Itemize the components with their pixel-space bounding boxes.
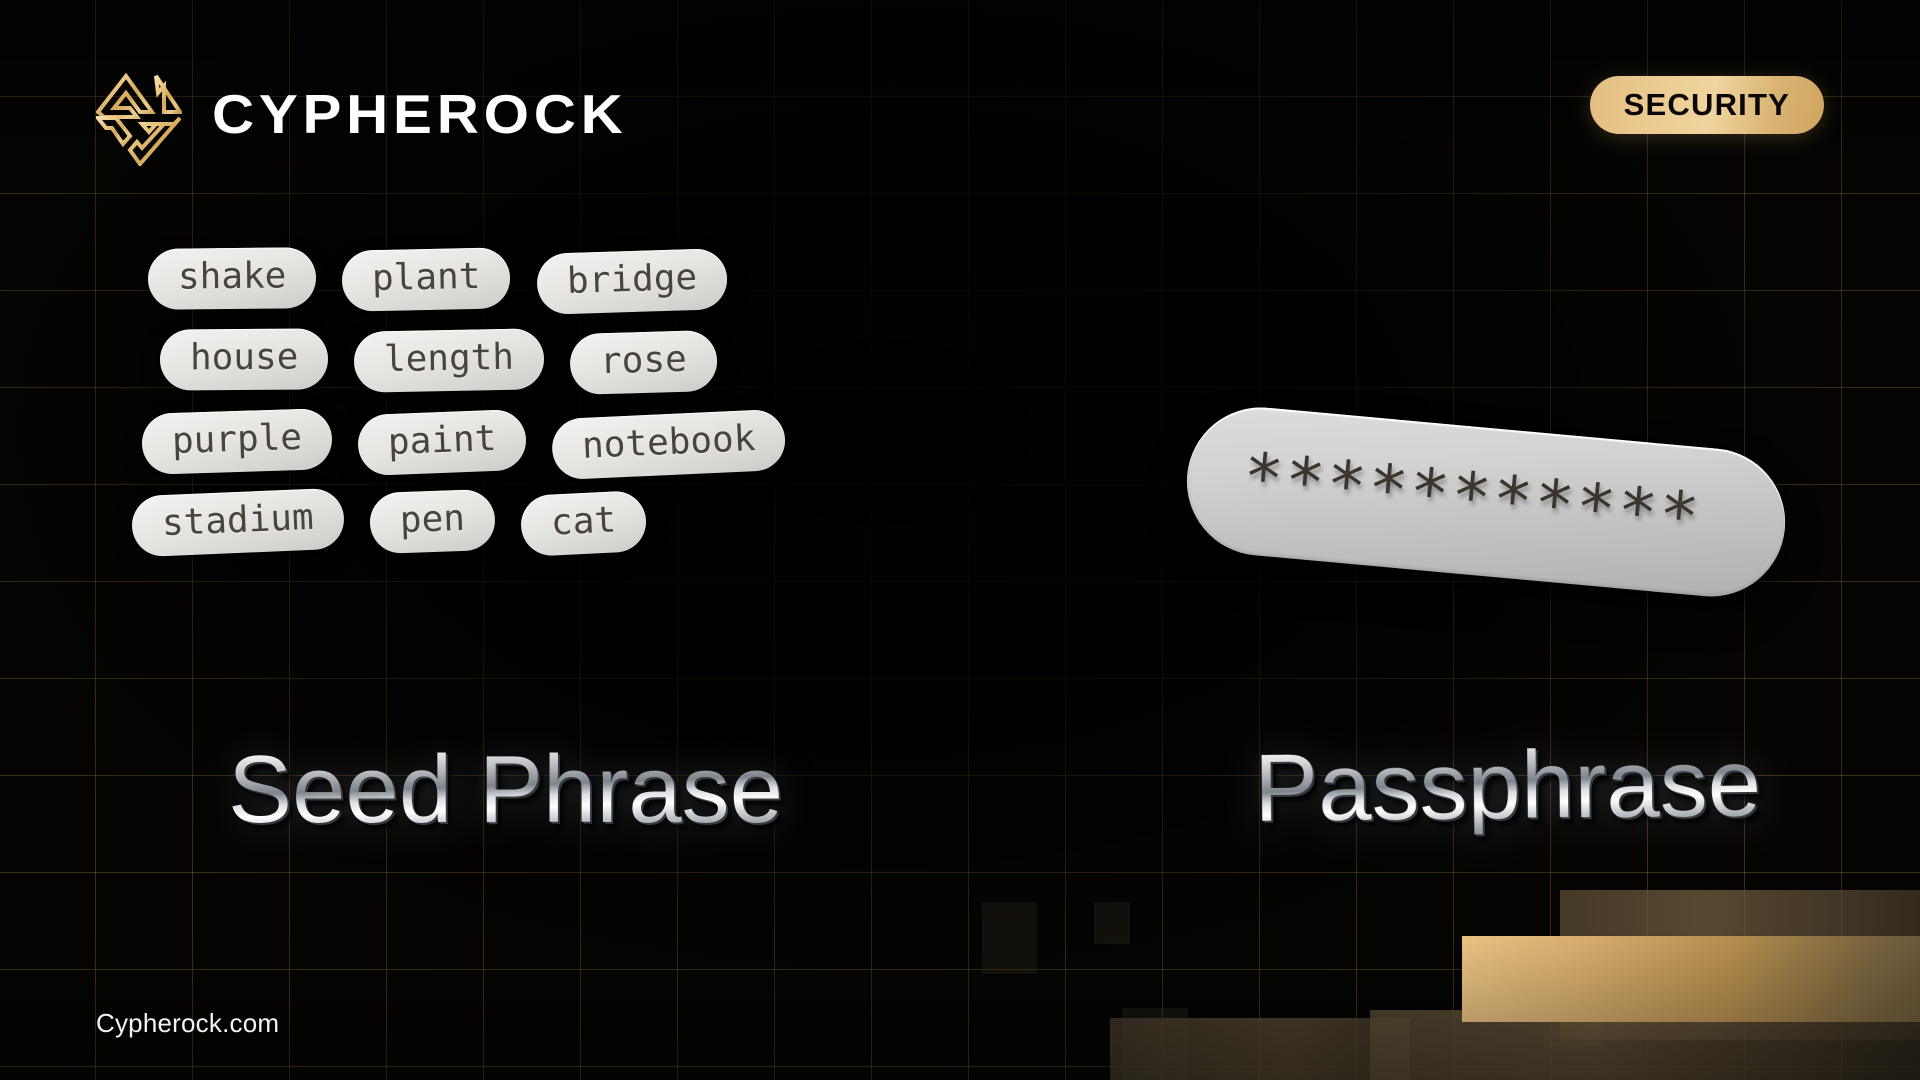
decor-gold-band: [1560, 890, 1920, 1040]
decor-gold-band: [1462, 936, 1920, 1022]
security-badge: SECURITY: [1589, 76, 1824, 135]
decor-gold-band: [1370, 1010, 1920, 1080]
seed-word-chip[interactable]: paint: [356, 408, 528, 477]
decor-gold-band: [1110, 1018, 1410, 1080]
seed-word-chip[interactable]: shake: [147, 247, 317, 311]
passphrase-heading: Passphrase: [1253, 729, 1762, 842]
seed-word-chip[interactable]: length: [353, 328, 546, 394]
seed-phrase-heading: Seed Phrase: [228, 736, 784, 843]
seed-word-chip[interactable]: notebook: [551, 408, 788, 481]
seed-word-chip[interactable]: purple: [141, 407, 333, 475]
cypherock-diamond-logo-icon: [96, 72, 182, 166]
seed-word-chip[interactable]: stadium: [130, 487, 345, 558]
seed-word-chip[interactable]: rose: [569, 330, 719, 396]
decor-block: [982, 902, 1037, 974]
chip-row: purple paint notebook: [141, 407, 968, 481]
poster-canvas: CYPHEROCK SECURITY shake plant bridge ho…: [0, 0, 1920, 1080]
footer-website-url: Cypherock.com: [96, 1008, 280, 1038]
seed-word-chip[interactable]: bridge: [535, 248, 728, 316]
decor-block: [1544, 1000, 1604, 1046]
brand-header: CYPHEROCK: [96, 62, 623, 166]
chip-row: shake plant bridge: [147, 247, 968, 316]
seed-word-chip[interactable]: pen: [368, 488, 496, 555]
brand-wordmark: CYPHEROCK: [212, 82, 628, 145]
decor-block: [1122, 1008, 1188, 1080]
decor-block: [1094, 902, 1130, 944]
passphrase-masked-value: ***********: [1239, 438, 1705, 557]
passphrase-input-field[interactable]: ***********: [1180, 401, 1792, 603]
seed-phrase-chip-grid: shake plant bridge house length rose pur…: [130, 247, 968, 573]
chip-row: house length rose: [159, 328, 968, 396]
seed-word-chip[interactable]: cat: [519, 489, 648, 558]
seed-word-chip[interactable]: house: [159, 328, 329, 392]
chip-row: stadium pen cat: [130, 487, 968, 558]
seed-word-chip[interactable]: plant: [341, 247, 512, 313]
